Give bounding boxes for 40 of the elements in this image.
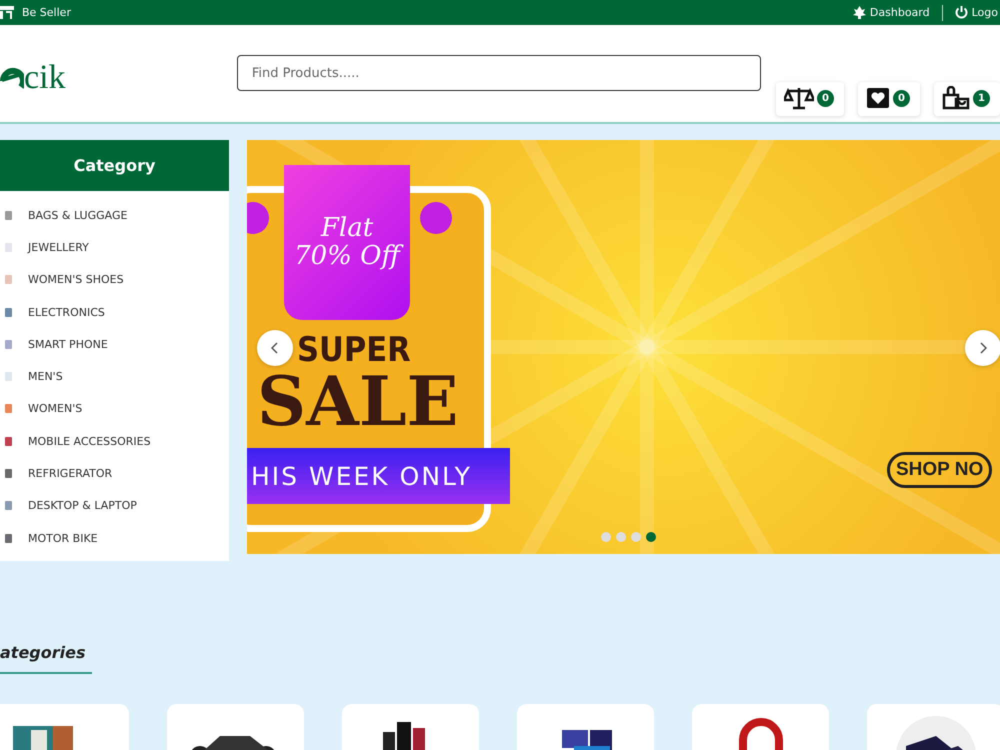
category-header: Category <box>0 140 229 191</box>
wishlist-button[interactable]: 0 <box>858 82 920 116</box>
category-item[interactable]: MEN'S <box>5 360 229 393</box>
count-badge: 0 <box>893 90 910 106</box>
chevron-left-icon <box>271 342 279 354</box>
be-seller-link[interactable]: Be Seller <box>22 6 71 19</box>
power-icon <box>954 6 968 19</box>
search-field[interactable]: Find Products..... <box>236 55 761 91</box>
category-item[interactable]: WOMEN'S <box>5 392 229 426</box>
category-item[interactable]: SMART PHONE <box>5 328 229 360</box>
category-item[interactable]: DESKTOP & LAPTOP <box>5 490 229 522</box>
store-icon <box>0 6 14 19</box>
phones-photo <box>382 722 424 750</box>
laptops-photo <box>562 730 612 750</box>
category-item[interactable]: ELECTRONICS <box>5 296 229 328</box>
leaf-icon <box>852 6 866 19</box>
category-item[interactable]: MOTOR BIKE <box>5 522 229 554</box>
count-badge: 0 <box>817 90 834 106</box>
section-title: ategories <box>0 643 92 674</box>
logout-link[interactable]: Logo <box>954 6 998 19</box>
count-badge: 1 <box>973 90 990 106</box>
compare-button[interactable]: 0 <box>776 82 844 116</box>
chevron-right-icon <box>979 342 987 354</box>
category-item[interactable]: JEWELLERY <box>5 231 229 264</box>
dashboard-link[interactable]: Dashboard <box>852 6 930 19</box>
category-item[interactable]: BAGS & LUGGAGE <box>5 199 229 232</box>
category-item[interactable]: MOBILE ACCESSORIES <box>5 425 229 458</box>
scale-icon <box>784 86 814 110</box>
category-item[interactable]: REFRIGERATOR <box>5 457 229 490</box>
cart-button[interactable]: 1 <box>934 82 1000 116</box>
category-item[interactable]: WOMEN'S SHOES <box>5 264 229 296</box>
link-label: Logo <box>972 6 998 19</box>
tv-photo <box>12 726 72 750</box>
logo-text: cik <box>24 59 66 97</box>
discount-tag: Flat 70% Off <box>284 165 410 320</box>
link-label: Dashboard <box>870 6 930 19</box>
shop-now-button[interactable]: SHOP NO <box>887 452 992 488</box>
headphones-photo <box>738 718 782 750</box>
shopping-bag-icon <box>942 86 970 110</box>
banner-ribbon: HIS WEEK ONLY <box>247 448 510 504</box>
